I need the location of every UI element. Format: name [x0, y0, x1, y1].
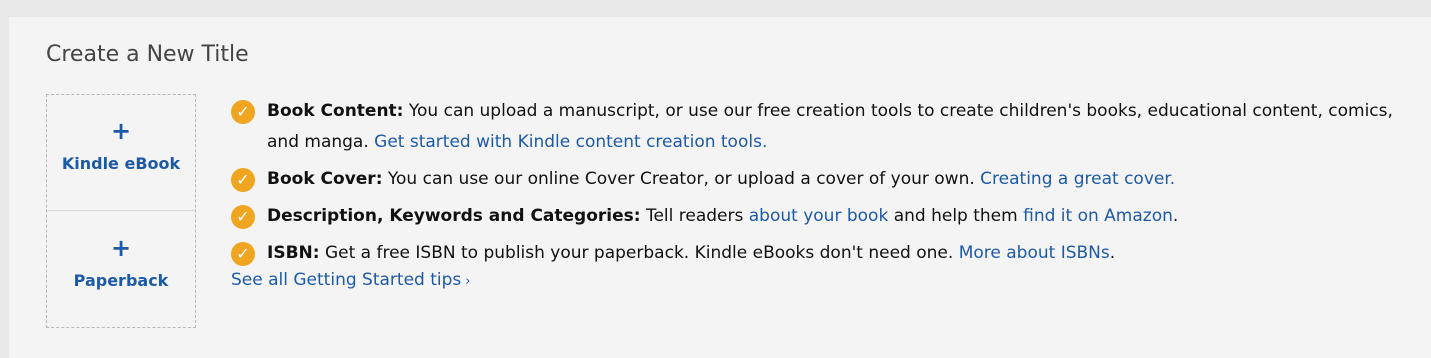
paperback-button[interactable]: + Paperback — [47, 212, 195, 328]
see-all-label: See all Getting Started tips — [231, 270, 462, 290]
paperback-label: Paperback — [73, 271, 169, 290]
plus-icon: + — [110, 117, 132, 145]
tip-isbn: ✓ ISBN: Get a free ISBN to publish your … — [231, 238, 1421, 269]
check-icon: ✓ — [231, 100, 255, 124]
tip-text: Tell readers — [640, 206, 749, 226]
more-about-isbns-link[interactable]: More about ISBNs — [959, 243, 1110, 263]
find-on-amazon-link[interactable]: find it on Amazon — [1023, 206, 1173, 226]
tip-book-cover: ✓ Book Cover: You can use our online Cov… — [231, 164, 1421, 195]
tip-heading: Book Cover: — [267, 169, 383, 189]
format-options: + Kindle eBook + Paperback — [46, 94, 196, 328]
plus-icon: + — [110, 234, 132, 262]
create-title-panel: Create a New Title + Kindle eBook + Pape… — [9, 17, 1431, 358]
about-your-book-link[interactable]: about your book — [749, 206, 889, 226]
great-cover-link[interactable]: Creating a great cover. — [980, 169, 1175, 189]
check-icon: ✓ — [231, 242, 255, 266]
chevron-right-icon: › — [465, 274, 471, 289]
tip-text: . — [1109, 243, 1116, 263]
tip-heading: ISBN: — [267, 243, 320, 263]
check-icon: ✓ — [231, 205, 255, 229]
tip-heading: Description, Keywords and Categories: — [267, 206, 641, 226]
tip-heading: Book Content: — [267, 101, 404, 121]
kindle-ebook-button[interactable]: + Kindle eBook — [47, 95, 195, 211]
page-title: Create a New Title — [46, 42, 249, 67]
tip-text: You can use our online Cover Creator, or… — [382, 169, 981, 189]
getting-started-tips: ✓ Book Content: You can upload a manuscr… — [231, 96, 1421, 290]
tip-description: ✓ Description, Keywords and Categories: … — [231, 201, 1421, 232]
tip-text: and help them — [888, 206, 1024, 226]
kindle-ebook-label: Kindle eBook — [61, 154, 181, 173]
tip-book-content: ✓ Book Content: You can upload a manuscr… — [231, 96, 1421, 158]
tip-text: Get a free ISBN to publish your paperbac… — [319, 243, 959, 263]
see-all-tips-link[interactable]: See all Getting Started tips › — [231, 270, 470, 290]
tip-text: . — [1172, 206, 1179, 226]
kindle-creation-tools-link[interactable]: Get started with Kindle content creation… — [374, 132, 767, 152]
check-icon: ✓ — [231, 168, 255, 192]
